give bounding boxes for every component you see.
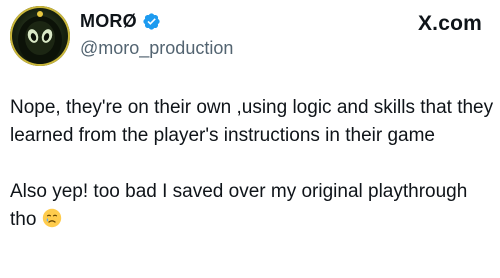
author-handle[interactable]: @moro_production [80, 38, 233, 59]
tweet-body: Nope, they're on their own ,using logic … [10, 94, 495, 234]
tweet-paragraph-2-text: Also yep! too bad I saved over my origin… [10, 181, 468, 230]
verified-badge-icon [142, 12, 161, 31]
sad-relieved-face-icon [42, 208, 62, 228]
avatar[interactable] [10, 6, 70, 66]
tweet-paragraph-1: Nope, they're on their own ,using logic … [10, 97, 494, 146]
alien-avatar-image [18, 11, 62, 64]
tweet-header: MORØ @moro_production X.com [10, 6, 482, 66]
author-block: MORØ @moro_production [80, 10, 233, 59]
source-label: X.com [417, 12, 482, 35]
name-row: MORØ [80, 10, 233, 32]
tweet-paragraph-2: Also yep! too bad I saved over my origin… [10, 178, 495, 234]
display-name[interactable]: MORØ [80, 11, 137, 32]
